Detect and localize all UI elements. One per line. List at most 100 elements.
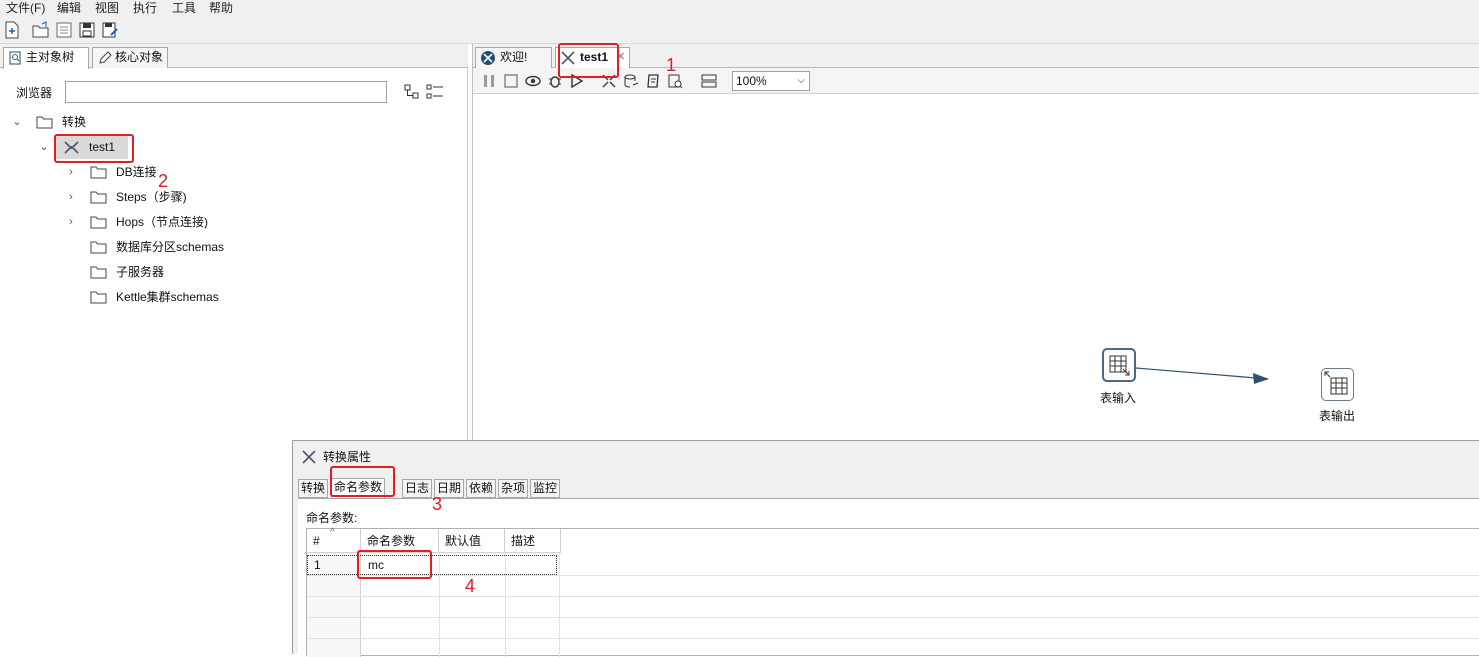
menu-file[interactable]: 文件(F) — [6, 0, 45, 16]
layout-icon[interactable] — [701, 73, 717, 89]
tab-core-objects-label: 核心对象 — [115, 50, 164, 64]
chevron-down-icon[interactable]: ⌄ — [37, 136, 51, 158]
open-folder-icon[interactable] — [32, 21, 50, 39]
chevron-down-icon[interactable]: ⌄ — [10, 111, 24, 133]
folder-icon — [90, 241, 107, 254]
preview-eye-icon[interactable] — [525, 73, 541, 89]
tree-item-label: DB连接 — [116, 165, 157, 179]
spoon-logo-icon — [481, 51, 495, 65]
grid-line — [307, 575, 1479, 576]
menu-tools[interactable]: 工具 — [172, 0, 196, 16]
hop-arrow — [1253, 373, 1269, 384]
col-header-default[interactable]: 默认值 — [439, 529, 505, 553]
folder-icon — [90, 266, 107, 279]
sql-script-icon[interactable] — [645, 73, 661, 89]
browser-label: 浏览器 — [16, 86, 53, 100]
chevron-right-icon[interactable]: › — [64, 186, 78, 208]
zoom-value: 100% — [736, 74, 767, 88]
cell-description[interactable] — [506, 555, 512, 575]
main-toolbar — [0, 16, 1479, 44]
annotation-number-2: 2 — [158, 171, 169, 191]
named-params-table: # ^ 命名参数 默认值 描述 1 mc — [306, 527, 1479, 657]
tab-main-object-tree[interactable]: 主对象树 — [3, 47, 89, 69]
tab-core-objects[interactable]: 核心对象 — [92, 47, 168, 68]
tree-item-label: 子服务器 — [116, 265, 165, 279]
col-header-description[interactable]: 描述 — [505, 529, 561, 553]
transformation-properties-dialog: 转换属性 转换 命名参数 日志 日期 依赖 杂项 监控 命名参数: # ^ 命名… — [292, 440, 1479, 657]
tab-misc[interactable]: 杂项 — [498, 479, 529, 498]
grid-line — [559, 553, 560, 657]
tab-logging[interactable]: 日志 — [402, 479, 433, 498]
menu-bar: 文件(F) 编辑 视图 执行 工具 帮助 — [0, 0, 1479, 16]
transformation-editor: 欢迎! test1 ✕ 100% ⌵ 表输入 表输出 — [472, 44, 1479, 440]
pause-icon[interactable] — [481, 73, 497, 89]
annotation-number-3: 3 — [432, 494, 443, 514]
step-table-input[interactable] — [1102, 348, 1136, 382]
folder-icon — [90, 216, 107, 229]
tab-monitoring[interactable]: 监控 — [530, 479, 561, 498]
stop-icon[interactable] — [503, 73, 519, 89]
step-table-output[interactable] — [1321, 368, 1354, 401]
tab-transform[interactable]: 转换 — [298, 479, 329, 498]
chevron-down-icon: ⌵ — [797, 75, 805, 86]
cell-default-value[interactable] — [440, 555, 446, 575]
annotation-box-1 — [558, 43, 619, 78]
zoom-select[interactable]: 100% ⌵ — [732, 71, 810, 91]
search-doc-icon — [9, 51, 21, 65]
annotation-box-2 — [54, 134, 134, 163]
collapse-tree-icon[interactable] — [404, 84, 420, 100]
table-row[interactable]: 1 mc — [307, 555, 557, 575]
grid-line — [307, 596, 1479, 597]
grid-line — [307, 617, 1479, 618]
tab-dependencies[interactable]: 依赖 — [466, 479, 497, 498]
tab-welcome[interactable]: 欢迎! — [475, 47, 552, 68]
transformation-icon — [302, 450, 316, 464]
folder-icon — [90, 291, 107, 304]
tree-item-label: Hops（节点连接) — [116, 215, 209, 229]
save-as-icon[interactable] — [101, 21, 119, 39]
named-params-label: 命名参数: — [306, 511, 358, 525]
save-icon[interactable] — [78, 21, 96, 39]
dialog-title-text: 转换属性 — [323, 450, 372, 464]
editor-tab-bar: 欢迎! test1 ✕ — [473, 44, 1479, 69]
editor-toolbar: 100% ⌵ — [473, 68, 1479, 94]
annotation-box-3 — [330, 466, 395, 497]
explore-db-icon[interactable] — [667, 73, 683, 89]
tree-root-label: 转换 — [62, 115, 87, 129]
sort-ascending-icon: ^ — [330, 527, 335, 538]
annotation-box-4 — [357, 550, 432, 579]
transformation-canvas[interactable]: 表输入 表输出 — [473, 94, 1479, 440]
browser-search-input[interactable] — [65, 81, 387, 103]
table-output-icon — [1324, 371, 1348, 395]
tree-item-label: 数据库分区schemas — [116, 240, 225, 254]
step-table-input-label: 表输入 — [1100, 391, 1137, 405]
tree-item-label: Kettle集群schemas — [116, 290, 219, 304]
menu-help[interactable]: 帮助 — [209, 0, 233, 16]
menu-edit[interactable]: 编辑 — [57, 0, 81, 16]
tab-main-object-tree-label: 主对象树 — [26, 50, 75, 64]
left-tab-bar: 主对象树 核心对象 — [0, 44, 468, 69]
cell-index: 1 — [314, 558, 321, 572]
chevron-right-icon[interactable]: › — [64, 161, 78, 183]
dialog-body: 命名参数: # ^ 命名参数 默认值 描述 1 mc — [298, 498, 1479, 657]
hop-line[interactable] — [1135, 367, 1269, 380]
expand-tree-icon[interactable] — [426, 84, 444, 100]
explore-icon[interactable] — [55, 21, 73, 39]
menu-view[interactable]: 视图 — [95, 0, 119, 16]
menu-run[interactable]: 执行 — [133, 0, 157, 16]
annotation-number-4: 4 — [465, 576, 476, 596]
folder-icon — [36, 116, 53, 129]
step-table-output-label: 表输出 — [1319, 409, 1356, 423]
pencil-icon — [99, 51, 112, 64]
grid-line — [307, 638, 1479, 639]
table-input-icon — [1109, 355, 1130, 376]
dialog-title: 转换属性 — [301, 449, 371, 465]
folder-icon — [90, 191, 107, 204]
tab-welcome-label: 欢迎! — [500, 50, 528, 64]
impact-icon[interactable] — [623, 73, 639, 89]
folder-icon — [90, 166, 107, 179]
chevron-right-icon[interactable]: › — [64, 211, 78, 233]
tree-item-label: Steps（步骤) — [116, 190, 187, 204]
new-file-icon[interactable] — [3, 21, 21, 39]
annotation-number-1: 1 — [666, 55, 677, 75]
